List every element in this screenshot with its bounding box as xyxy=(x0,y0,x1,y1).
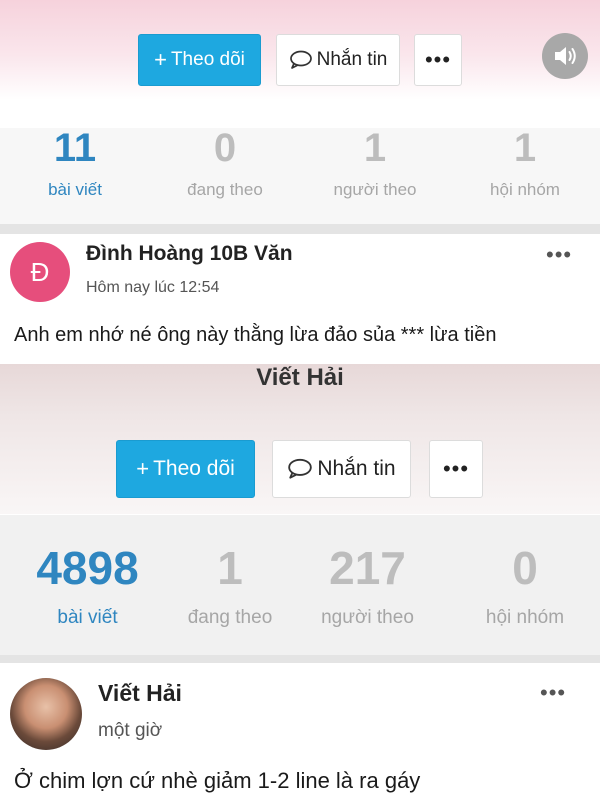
chat-bubble-icon xyxy=(287,458,313,480)
chat-bubble-icon xyxy=(289,50,313,70)
stat-label: người theo xyxy=(333,180,417,199)
stat-label: bài viết xyxy=(48,180,102,199)
post-time: Hôm nay lúc 12:54 xyxy=(86,279,220,296)
speaker-icon[interactable] xyxy=(542,33,588,79)
follow-button[interactable]: + Theo dõi xyxy=(138,34,261,86)
stat-label: bài viết xyxy=(57,607,118,628)
stat-groups: 0 hội nhóm xyxy=(450,545,600,629)
plus-icon: + xyxy=(136,456,150,481)
profile-stats: 11 bài viết 0 đang theo 1 người theo 1 h… xyxy=(0,128,600,224)
embedded-follow-button: + Theo dõi xyxy=(116,440,255,498)
stat-label: đang theo xyxy=(187,607,273,628)
stat-posts[interactable]: 11 bài viết xyxy=(0,128,150,224)
post-author: Viết Hải xyxy=(98,680,182,706)
stat-value: 217 xyxy=(329,542,406,594)
stat-value: 0 xyxy=(213,126,237,170)
stat-label: hội nhóm xyxy=(485,607,565,628)
stat-value: 1 xyxy=(217,542,243,594)
more-dots-icon: ••• xyxy=(429,440,483,498)
stat-posts: 4898 bài viết xyxy=(0,545,175,629)
post-author[interactable]: Đình Hoàng 10B Văn xyxy=(86,242,293,266)
section-divider xyxy=(0,655,600,663)
stat-label: người theo xyxy=(321,607,414,628)
more-dots-icon[interactable]: ••• xyxy=(414,34,462,86)
stat-value: 11 xyxy=(53,126,97,170)
stat-groups[interactable]: 1 hội nhóm xyxy=(450,128,600,224)
post-time: một giờ xyxy=(98,720,163,741)
stat-value: 4898 xyxy=(36,542,139,594)
embedded-message-button: Nhắn tin xyxy=(272,440,411,498)
stat-followers[interactable]: 1 người theo xyxy=(300,128,450,224)
stat-label: hội nhóm xyxy=(490,180,560,199)
avatar[interactable]: Đ xyxy=(10,242,70,302)
follow-button-label: Theo dõi xyxy=(153,457,235,480)
message-button-label: Nhắn tin xyxy=(316,49,388,70)
avatar xyxy=(10,678,82,750)
stat-value: 1 xyxy=(513,126,537,170)
follow-button-label: Theo dõi xyxy=(170,49,245,70)
stat-value: 0 xyxy=(512,542,538,594)
stat-label: đang theo xyxy=(187,180,263,199)
stat-followers: 217 người theo xyxy=(285,545,450,629)
stat-value: 1 xyxy=(363,126,387,170)
plus-icon: + xyxy=(154,47,167,72)
post-text: Anh em nhớ né ông này thằng lừa đảo sủa … xyxy=(14,324,497,346)
stat-following[interactable]: 0 đang theo xyxy=(150,128,300,224)
section-divider xyxy=(0,224,600,234)
post-text: Ở chim lợn cứ nhè giảm 1-2 line là ra gá… xyxy=(14,768,421,793)
message-button-label: Nhắn tin xyxy=(317,457,396,480)
embedded-profile-stats: 4898 bài viết 1 đang theo 217 người theo… xyxy=(0,515,600,655)
more-dots-icon: ••• xyxy=(540,680,567,705)
stat-following: 1 đang theo xyxy=(175,545,285,629)
more-dots-icon[interactable]: ••• xyxy=(546,242,572,268)
embedded-profile-name: Viết Hải xyxy=(256,364,344,391)
message-button[interactable]: Nhắn tin xyxy=(276,34,400,86)
